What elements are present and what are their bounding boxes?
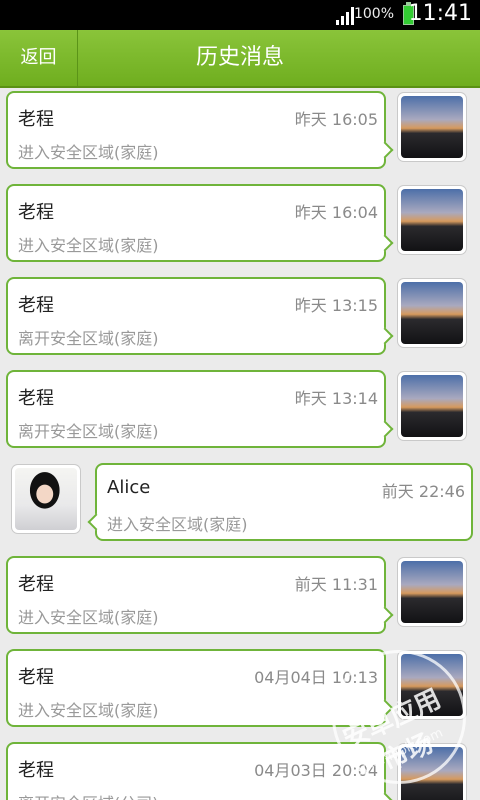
message-time: 昨天 16:04: [294, 203, 378, 222]
app-header: 历史消息 返回: [0, 30, 480, 88]
message-text: 离开安全区域(公司): [18, 790, 159, 800]
list-item[interactable]: Alice 前天 22:46 进入安全区域(家庭): [0, 460, 480, 552]
message-time: 04月03日 20:04: [254, 761, 378, 780]
sender-name: 老程: [18, 667, 54, 688]
list-item[interactable]: 老程 前天 11:31 进入安全区域(家庭): [0, 553, 480, 645]
message-text: 进入安全区域(家庭): [18, 608, 159, 627]
bubble-tail: [376, 699, 394, 717]
message-text: 进入安全区域(家庭): [18, 701, 159, 720]
avatar[interactable]: [398, 651, 466, 719]
avatar[interactable]: [398, 279, 466, 347]
sender-name: 老程: [18, 109, 54, 130]
message-text: 进入安全区域(家庭): [18, 236, 159, 255]
battery-percent: 100%: [353, 6, 394, 22]
back-button[interactable]: 返回: [0, 30, 78, 86]
bubble-tail: [376, 327, 394, 345]
avatar[interactable]: [398, 372, 466, 440]
sender-name: 老程: [18, 202, 54, 223]
message-time: 昨天 16:05: [294, 110, 378, 129]
message-bubble[interactable]: 老程 昨天 13:15 离开安全区域(家庭): [6, 277, 394, 355]
bubble-tail: [376, 420, 394, 438]
message-time: 04月04日 10:13: [254, 668, 378, 687]
list-item[interactable]: 老程 昨天 13:15 离开安全区域(家庭): [0, 274, 480, 366]
message-text: 离开安全区域(家庭): [18, 422, 159, 441]
list-item[interactable]: 老程 昨天 16:04 进入安全区域(家庭): [0, 181, 480, 273]
sender-name: Alice: [107, 477, 151, 498]
message-bubble[interactable]: 老程 昨天 16:04 进入安全区域(家庭): [6, 184, 394, 262]
message-time: 前天 11:31: [294, 575, 378, 594]
sender-name: 老程: [18, 388, 54, 409]
bubble-tail: [376, 234, 394, 252]
bubble-tail: [376, 141, 394, 159]
message-list[interactable]: 老程 昨天 16:05 进入安全区域(家庭) 老程 昨天 16:04 进入安全区…: [0, 88, 480, 800]
list-item[interactable]: 老程 04月03日 20:04 离开安全区域(公司): [0, 739, 480, 800]
message-text: 进入安全区域(家庭): [18, 143, 159, 162]
message-text: 离开安全区域(家庭): [18, 329, 159, 348]
list-item[interactable]: 老程 昨天 16:05 进入安全区域(家庭): [0, 88, 480, 180]
sender-name: 老程: [18, 295, 54, 316]
avatar[interactable]: [398, 558, 466, 626]
message-bubble[interactable]: Alice 前天 22:46 进入安全区域(家庭): [87, 463, 473, 541]
clock: 11:41: [408, 1, 472, 26]
message-text: 进入安全区域(家庭): [107, 515, 248, 534]
bubble-tail: [87, 513, 105, 531]
list-item[interactable]: 老程 昨天 13:14 离开安全区域(家庭): [0, 367, 480, 459]
message-bubble[interactable]: 老程 昨天 16:05 进入安全区域(家庭): [6, 91, 394, 169]
avatar[interactable]: [398, 186, 466, 254]
bubble-tail: [376, 606, 394, 624]
message-bubble[interactable]: 老程 昨天 13:14 离开安全区域(家庭): [6, 370, 394, 448]
list-item[interactable]: 老程 04月04日 10:13 进入安全区域(家庭): [0, 646, 480, 738]
message-time: 昨天 13:15: [294, 296, 378, 315]
message-bubble[interactable]: 老程 04月03日 20:04 离开安全区域(公司): [6, 742, 394, 800]
avatar[interactable]: [398, 93, 466, 161]
avatar[interactable]: [12, 465, 80, 533]
avatar[interactable]: [398, 744, 466, 800]
message-time: 昨天 13:14: [294, 389, 378, 408]
sender-name: 老程: [18, 574, 54, 595]
status-bar: 100% 11:41: [0, 0, 480, 30]
message-time: 前天 22:46: [381, 482, 465, 501]
bubble-tail: [376, 792, 394, 800]
sender-name: 老程: [18, 760, 54, 781]
message-bubble[interactable]: 老程 前天 11:31 进入安全区域(家庭): [6, 556, 394, 634]
message-bubble[interactable]: 老程 04月04日 10:13 进入安全区域(家庭): [6, 649, 394, 727]
